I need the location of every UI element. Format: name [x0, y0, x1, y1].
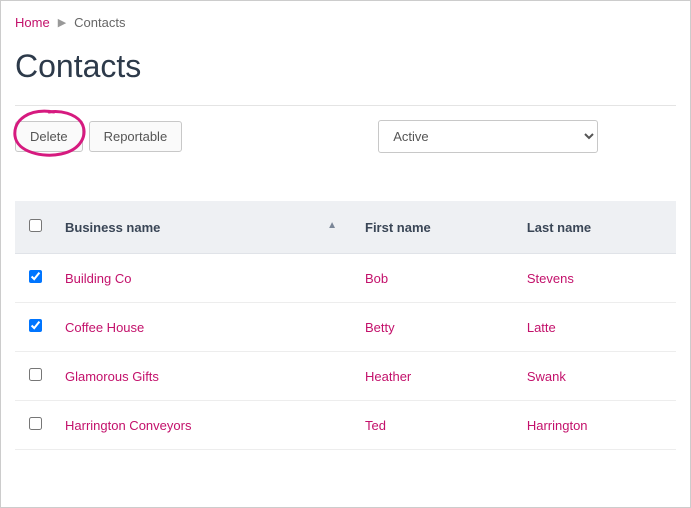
status-filter-select[interactable]: Active: [378, 120, 598, 153]
last-name-cell: Latte: [517, 303, 676, 352]
sort-ascending-icon: ▲: [327, 220, 337, 231]
first-name-link[interactable]: Heather: [365, 369, 411, 384]
select-all-checkbox[interactable]: [29, 219, 42, 232]
row-checkbox[interactable]: [29, 417, 42, 430]
first-name-link[interactable]: Bob: [365, 271, 388, 286]
divider: [15, 105, 676, 106]
business-name-link[interactable]: Coffee House: [65, 320, 144, 335]
last-name-cell: Harrington: [517, 401, 676, 450]
last-name-link[interactable]: Swank: [527, 369, 566, 384]
header-last-name[interactable]: Last name: [517, 201, 676, 254]
business-name-cell: Glamorous Gifts: [55, 352, 355, 401]
row-checkbox-cell: [15, 254, 55, 303]
row-checkbox-cell: [15, 352, 55, 401]
business-name-cell: Building Co: [55, 254, 355, 303]
breadcrumb: Home ▶ Contacts: [15, 11, 676, 34]
header-business-label: Business name: [65, 220, 160, 235]
row-checkbox-cell: [15, 303, 55, 352]
table-row: Building Co Bob Stevens: [15, 254, 676, 303]
header-select-all: [15, 201, 55, 254]
first-name-cell: Heather: [355, 352, 517, 401]
first-name-link[interactable]: Betty: [365, 320, 395, 335]
header-first-name[interactable]: First name: [355, 201, 517, 254]
first-name-cell: Betty: [355, 303, 517, 352]
delete-button[interactable]: Delete: [15, 121, 83, 152]
table-row: Harrington Conveyors Ted Harrington: [15, 401, 676, 450]
table-row: Glamorous Gifts Heather Swank: [15, 352, 676, 401]
last-name-link[interactable]: Stevens: [527, 271, 574, 286]
toolbar: Delete Reportable Active: [15, 120, 676, 153]
first-name-cell: Bob: [355, 254, 517, 303]
row-checkbox[interactable]: [29, 270, 42, 283]
last-name-link[interactable]: Harrington: [527, 418, 588, 433]
breadcrumb-home[interactable]: Home: [15, 15, 50, 30]
business-name-cell: Harrington Conveyors: [55, 401, 355, 450]
header-business-name[interactable]: Business name ▲: [55, 201, 355, 254]
row-checkbox[interactable]: [29, 368, 42, 381]
business-name-link[interactable]: Glamorous Gifts: [65, 369, 159, 384]
chevron-right-icon: ▶: [58, 16, 66, 29]
row-checkbox[interactable]: [29, 319, 42, 332]
business-name-link[interactable]: Harrington Conveyors: [65, 418, 191, 433]
last-name-cell: Swank: [517, 352, 676, 401]
first-name-cell: Ted: [355, 401, 517, 450]
last-name-cell: Stevens: [517, 254, 676, 303]
first-name-link[interactable]: Ted: [365, 418, 386, 433]
table-row: Coffee House Betty Latte: [15, 303, 676, 352]
last-name-link[interactable]: Latte: [527, 320, 556, 335]
row-checkbox-cell: [15, 401, 55, 450]
reportable-button[interactable]: Reportable: [89, 121, 183, 152]
page-title: Contacts: [15, 48, 676, 85]
contacts-table: Business name ▲ First name Last name Bui…: [15, 201, 676, 450]
breadcrumb-current: Contacts: [74, 15, 125, 30]
business-name-cell: Coffee House: [55, 303, 355, 352]
business-name-link[interactable]: Building Co: [65, 271, 132, 286]
